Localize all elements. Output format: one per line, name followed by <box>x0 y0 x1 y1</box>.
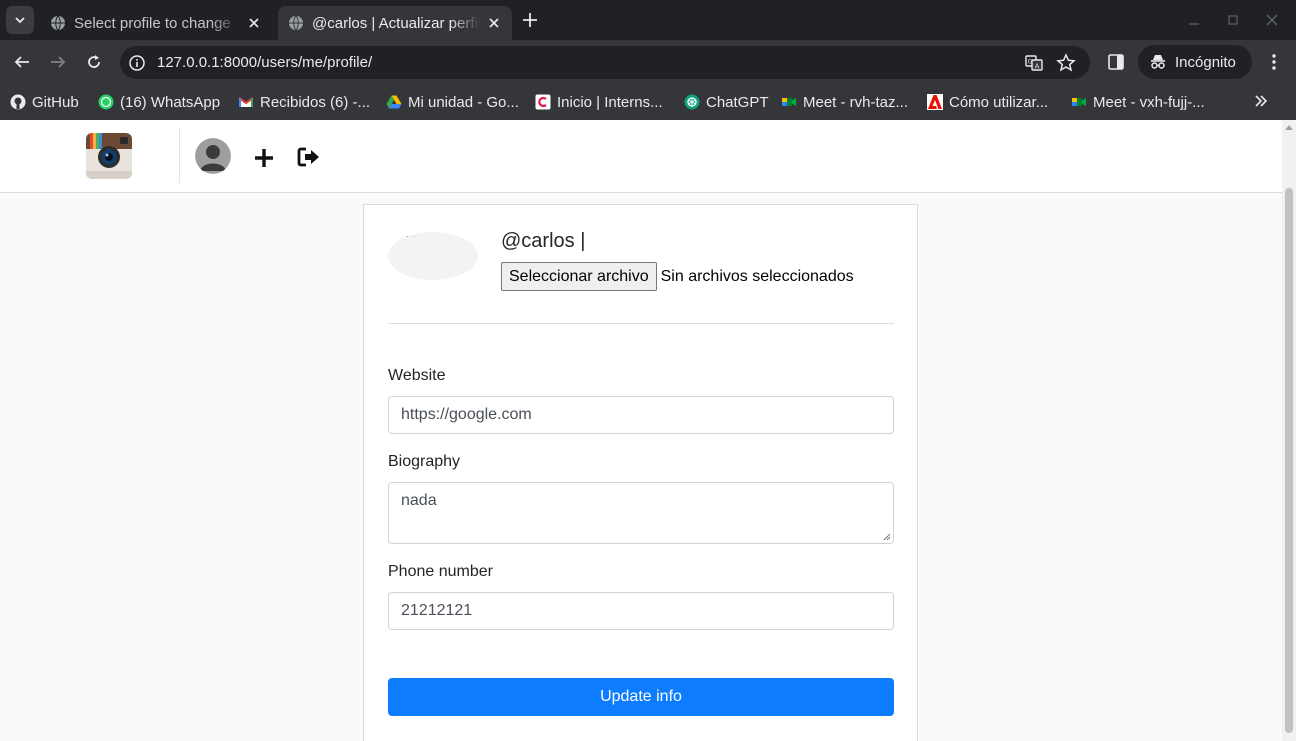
close-icon[interactable] <box>486 15 502 31</box>
more-vert-icon[interactable] <box>1264 52 1284 72</box>
browser-toolbar: 127.0.0.1:8000/users/me/profile/ AG Incó… <box>0 40 1296 84</box>
section-divider <box>388 323 894 324</box>
new-tab-icon[interactable] <box>520 10 540 30</box>
bookmark-label: Recibidos (6) -... <box>260 93 371 111</box>
instagram-logo[interactable] <box>86 133 132 179</box>
bookmark-gmail[interactable]: Recibidos (6) -... <box>238 92 370 112</box>
scrollbar-thumb[interactable] <box>1285 188 1293 733</box>
biography-label: Biography <box>388 453 461 470</box>
avatar-icon <box>195 138 231 174</box>
choose-file-button[interactable]: Seleccionar archivo <box>501 262 657 291</box>
incognito-label: Incógnito <box>1175 53 1236 71</box>
bookmark-whatsapp[interactable]: (16) WhatsApp <box>98 92 220 112</box>
address-bar[interactable]: 127.0.0.1:8000/users/me/profile/ AG <box>120 46 1090 79</box>
bookmark-label: Mi unidad - Go... <box>408 93 519 111</box>
profile-form-card: ▪ · · @carlos | Seleccionar archivo Sin … <box>363 204 918 741</box>
whatsapp-icon <box>98 94 114 110</box>
website-value: https://google.com <box>401 406 532 423</box>
bookmark-interns[interactable]: Inicio | Interns... <box>535 92 663 112</box>
phone-input[interactable]: 21212121 <box>388 592 894 630</box>
profile-picture-placeholder: ▪ · · <box>406 234 416 240</box>
bookmark-label: Meet - rvh-taz... <box>803 93 909 111</box>
drive-icon <box>386 95 402 109</box>
svg-text:A: A <box>1035 63 1040 71</box>
github-icon <box>10 94 26 110</box>
bookmarks-bar: GitHub (16) WhatsApp Recibidos (6) -... … <box>0 84 1296 120</box>
meet-icon <box>1072 98 1086 106</box>
site-navbar <box>0 120 1282 193</box>
tab-select-profile[interactable]: Select profile to change <box>40 6 272 40</box>
bookmark-label: (16) WhatsApp <box>120 93 221 111</box>
browser-tab-bar: Select profile to change @carlos | Actua… <box>0 0 1296 40</box>
adobe-icon <box>927 94 943 110</box>
bookmark-chatgpt[interactable]: ChatGPT <box>684 92 769 112</box>
site-info-icon[interactable] <box>128 54 146 72</box>
arrow-right-icon <box>51 56 66 68</box>
arrow-left-icon <box>14 56 29 68</box>
svg-text:G: G <box>1028 59 1033 66</box>
biography-textarea[interactable]: nada <box>388 482 894 544</box>
gmail-icon <box>238 97 254 107</box>
bookmark-label: Inicio | Interns... <box>557 93 663 111</box>
maximize-icon[interactable] <box>1225 12 1241 28</box>
tab-title: @carlos | Actualizar perfil <box>312 14 480 32</box>
incognito-icon <box>1151 55 1165 69</box>
globe-icon <box>51 15 65 31</box>
bookmark-label: Meet - vxh-fujj-... <box>1093 93 1205 111</box>
bookmark-drive[interactable]: Mi unidad - Go... <box>386 92 519 112</box>
star-icon[interactable] <box>1056 53 1076 73</box>
bookmark-label: GitHub <box>32 93 79 111</box>
file-status-text: Sin archivos seleccionados <box>660 267 854 285</box>
window-close-icon[interactable] <box>1264 12 1280 28</box>
reload-button[interactable] <box>82 50 106 74</box>
tab-title: Select profile to change <box>74 14 231 32</box>
chatgpt-icon <box>684 94 700 110</box>
profile-username: @carlos | <box>501 230 586 252</box>
sign-out-icon[interactable] <box>297 146 321 168</box>
translate-icon[interactable]: AG <box>1024 53 1044 73</box>
navbar-avatar[interactable] <box>195 138 231 174</box>
close-icon[interactable] <box>246 15 262 31</box>
plus-icon[interactable] <box>253 147 275 169</box>
bookmark-label: Cómo utilizar... <box>949 93 1049 111</box>
navbar-divider <box>179 128 180 183</box>
page-scrollbar[interactable] <box>1282 120 1296 741</box>
bookmark-meet-1[interactable]: Meet - rvh-taz... <box>781 92 908 112</box>
profile-picture: ▪ · · <box>388 232 478 280</box>
interns-icon <box>535 94 551 110</box>
bookmark-label: ChatGPT <box>706 93 769 111</box>
camera-logo-icon <box>86 133 132 179</box>
biography-value: nada <box>401 492 437 509</box>
phone-label: Phone number <box>388 563 493 580</box>
phone-value: 21212121 <box>401 602 473 619</box>
page-viewport: ▪ · · @carlos | Seleccionar archivo Sin … <box>0 120 1282 741</box>
back-button[interactable] <box>10 50 34 74</box>
chevron-double-right-icon[interactable] <box>1252 92 1270 110</box>
chevron-down-icon <box>15 17 25 24</box>
minimize-icon[interactable] <box>1186 12 1202 28</box>
scroll-up-arrow-icon[interactable] <box>1285 124 1293 130</box>
bookmark-github[interactable]: GitHub <box>10 92 79 112</box>
forward-button[interactable] <box>46 50 70 74</box>
tab-search-button[interactable] <box>6 6 34 34</box>
update-info-button[interactable]: Update info <box>388 678 894 716</box>
incognito-button[interactable]: Incógnito <box>1138 45 1252 79</box>
meet-icon <box>782 98 796 106</box>
side-panel-icon[interactable] <box>1106 52 1126 72</box>
url-text: 127.0.0.1:8000/users/me/profile/ <box>157 54 373 71</box>
picture-file-input[interactable]: Seleccionar archivo Sin archivos selecci… <box>501 262 854 291</box>
reload-icon <box>88 55 100 68</box>
bookmark-meet-2[interactable]: Meet - vxh-fujj-... <box>1071 92 1205 112</box>
tab-actualizar-perfil[interactable]: @carlos | Actualizar perfil <box>278 6 512 40</box>
website-label: Website <box>388 367 446 384</box>
globe-icon <box>289 15 303 31</box>
website-input[interactable]: https://google.com <box>388 396 894 434</box>
bookmark-adobe[interactable]: Cómo utilizar... <box>927 92 1048 112</box>
resize-handle-icon[interactable] <box>883 533 891 541</box>
